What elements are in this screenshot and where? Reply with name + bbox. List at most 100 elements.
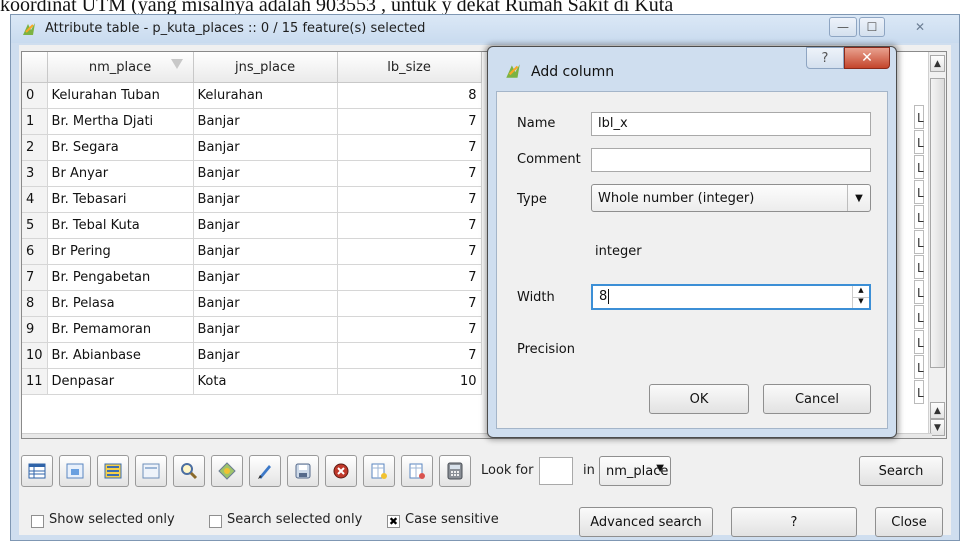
hidden-column-cell[interactable]: L — [914, 205, 924, 229]
cell-nm-place[interactable]: Br Anyar — [47, 160, 194, 187]
row-number[interactable]: 3 — [22, 160, 48, 187]
cell-nm-place[interactable]: Br. Abianbase — [47, 342, 194, 369]
cell-jns-place[interactable]: Banjar — [193, 290, 338, 317]
hidden-column-cell[interactable]: L — [914, 155, 924, 179]
cell-jns-place[interactable]: Banjar — [193, 238, 338, 265]
minimize-button[interactable]: — — [829, 17, 857, 37]
table-row[interactable]: 1 Br. Mertha Djati Banjar 7 — [22, 108, 482, 135]
cell-jns-place[interactable]: Banjar — [193, 186, 338, 213]
cell-nm-place[interactable]: Br. Tebasari — [47, 186, 194, 213]
comment-input[interactable] — [591, 148, 871, 172]
cell-lb-size[interactable]: 7 — [337, 160, 482, 187]
field-calculator-icon[interactable] — [439, 455, 471, 487]
cell-nm-place[interactable]: Br. Segara — [47, 134, 194, 161]
ok-button[interactable]: OK — [649, 384, 749, 414]
help-button[interactable]: ? — [731, 507, 857, 537]
dialog-help-button[interactable]: ? — [806, 47, 844, 69]
cell-nm-place[interactable]: Br Pering — [47, 238, 194, 265]
zoom-to-selection-icon[interactable] — [173, 455, 205, 487]
invert-selection-icon[interactable] — [59, 455, 91, 487]
delete-column-icon[interactable] — [401, 455, 433, 487]
cell-lb-size[interactable]: 10 — [337, 368, 482, 395]
type-select[interactable]: Whole number (integer) ▼ — [591, 184, 871, 212]
case-sensitive-checkbox[interactable]: ✖ — [387, 515, 400, 528]
cell-lb-size[interactable]: 7 — [337, 342, 482, 369]
search-button[interactable]: Search — [859, 456, 943, 486]
cell-lb-size[interactable]: 7 — [337, 290, 482, 317]
row-number[interactable]: 5 — [22, 212, 48, 239]
advanced-search-button[interactable]: Advanced search — [579, 507, 713, 537]
cell-jns-place[interactable]: Banjar — [193, 212, 338, 239]
delete-selected-icon[interactable] — [325, 455, 357, 487]
cell-nm-place[interactable]: Br. Pelasa — [47, 290, 194, 317]
cell-nm-place[interactable]: Denpasar — [47, 368, 194, 395]
row-number[interactable]: 7 — [22, 264, 48, 291]
save-edits-icon[interactable] — [287, 455, 319, 487]
close-button[interactable]: Close — [875, 507, 943, 537]
hidden-column-cell[interactable]: L — [914, 380, 924, 404]
search-selected-only-checkbox[interactable] — [209, 515, 222, 528]
hidden-column-cell[interactable]: L — [914, 355, 924, 379]
table-row[interactable]: 3 Br Anyar Banjar 7 — [22, 160, 482, 187]
cell-jns-place[interactable]: Banjar — [193, 316, 338, 343]
row-number[interactable]: 9 — [22, 316, 48, 343]
cancel-button[interactable]: Cancel — [763, 384, 871, 414]
cell-lb-size[interactable]: 7 — [337, 212, 482, 239]
table-row[interactable]: 11 Denpasar Kota 10 — [22, 368, 482, 395]
hidden-column-cell[interactable]: L — [914, 305, 924, 329]
dialog-close-button[interactable]: ✕ — [844, 47, 890, 69]
window-titlebar[interactable]: Attribute table - p_kuta_places :: 0 / 1… — [11, 15, 959, 43]
cell-jns-place[interactable]: Kota — [193, 368, 338, 395]
cell-jns-place[interactable]: Banjar — [193, 342, 338, 369]
deselect-icon[interactable] — [135, 455, 167, 487]
cell-nm-place[interactable]: Br. Tebal Kuta — [47, 212, 194, 239]
cell-lb-size[interactable]: 8 — [337, 82, 482, 109]
scroll-up-icon[interactable]: ▲ — [930, 402, 945, 419]
cell-jns-place[interactable]: Banjar — [193, 134, 338, 161]
show-selected-only-checkbox[interactable] — [31, 515, 44, 528]
move-selection-to-top-icon[interactable] — [211, 455, 243, 487]
cell-nm-place[interactable]: Br. Mertha Djati — [47, 108, 194, 135]
cell-lb-size[interactable]: 7 — [337, 264, 482, 291]
width-spinbox[interactable]: 8 ▲ ▼ — [591, 284, 871, 310]
hidden-column-cell[interactable]: L — [914, 330, 924, 354]
cell-jns-place[interactable]: Banjar — [193, 108, 338, 135]
cell-nm-place[interactable]: Br. Pemamoran — [47, 316, 194, 343]
table-row[interactable]: 7 Br. Pengabetan Banjar 7 — [22, 264, 482, 291]
name-input[interactable]: lbl_x — [591, 112, 871, 136]
cell-jns-place[interactable]: Banjar — [193, 264, 338, 291]
hidden-column-cell[interactable]: L — [914, 280, 924, 304]
scrollbar-thumb[interactable] — [930, 78, 945, 368]
hidden-column-cell[interactable]: L — [914, 130, 924, 154]
cell-nm-place[interactable]: Br. Pengabetan — [47, 264, 194, 291]
table-icon[interactable] — [21, 455, 53, 487]
hidden-column-cell[interactable]: L — [914, 180, 924, 204]
row-number[interactable]: 4 — [22, 186, 48, 213]
table-row[interactable]: 6 Br Pering Banjar 7 — [22, 238, 482, 265]
hidden-column-cell[interactable]: L — [914, 255, 924, 279]
corner-header[interactable] — [22, 52, 48, 83]
row-number[interactable]: 11 — [22, 368, 48, 395]
table-row[interactable]: 8 Br. Pelasa Banjar 7 — [22, 290, 482, 317]
row-number[interactable]: 8 — [22, 290, 48, 317]
hidden-column-cell[interactable]: L — [914, 230, 924, 254]
hidden-column-cell[interactable]: L — [914, 105, 924, 129]
table-row[interactable]: 5 Br. Tebal Kuta Banjar 7 — [22, 212, 482, 239]
column-header-nm-place[interactable]: nm_place — [47, 52, 194, 83]
window-close-button[interactable]: ✕ — [889, 17, 951, 37]
column-header-lb-size[interactable]: lb_size — [337, 52, 482, 83]
scroll-down-icon[interactable]: ▼ — [930, 419, 945, 436]
cell-lb-size[interactable]: 7 — [337, 134, 482, 161]
toggle-editing-icon[interactable] — [249, 455, 281, 487]
select-all-icon[interactable] — [97, 455, 129, 487]
row-number[interactable]: 2 — [22, 134, 48, 161]
table-row[interactable]: 0 Kelurahan Tuban Kelurahan 8 — [22, 82, 482, 109]
new-column-icon[interactable] — [363, 455, 395, 487]
row-number[interactable]: 6 — [22, 238, 48, 265]
cell-nm-place[interactable]: Kelurahan Tuban — [47, 82, 194, 109]
scroll-up-icon[interactable]: ▲ — [930, 55, 945, 72]
table-row[interactable]: 2 Br. Segara Banjar 7 — [22, 134, 482, 161]
row-number[interactable]: 1 — [22, 108, 48, 135]
row-number[interactable]: 0 — [22, 82, 48, 109]
vertical-scrollbar[interactable]: ▲ ▲ ▼ — [928, 52, 946, 438]
